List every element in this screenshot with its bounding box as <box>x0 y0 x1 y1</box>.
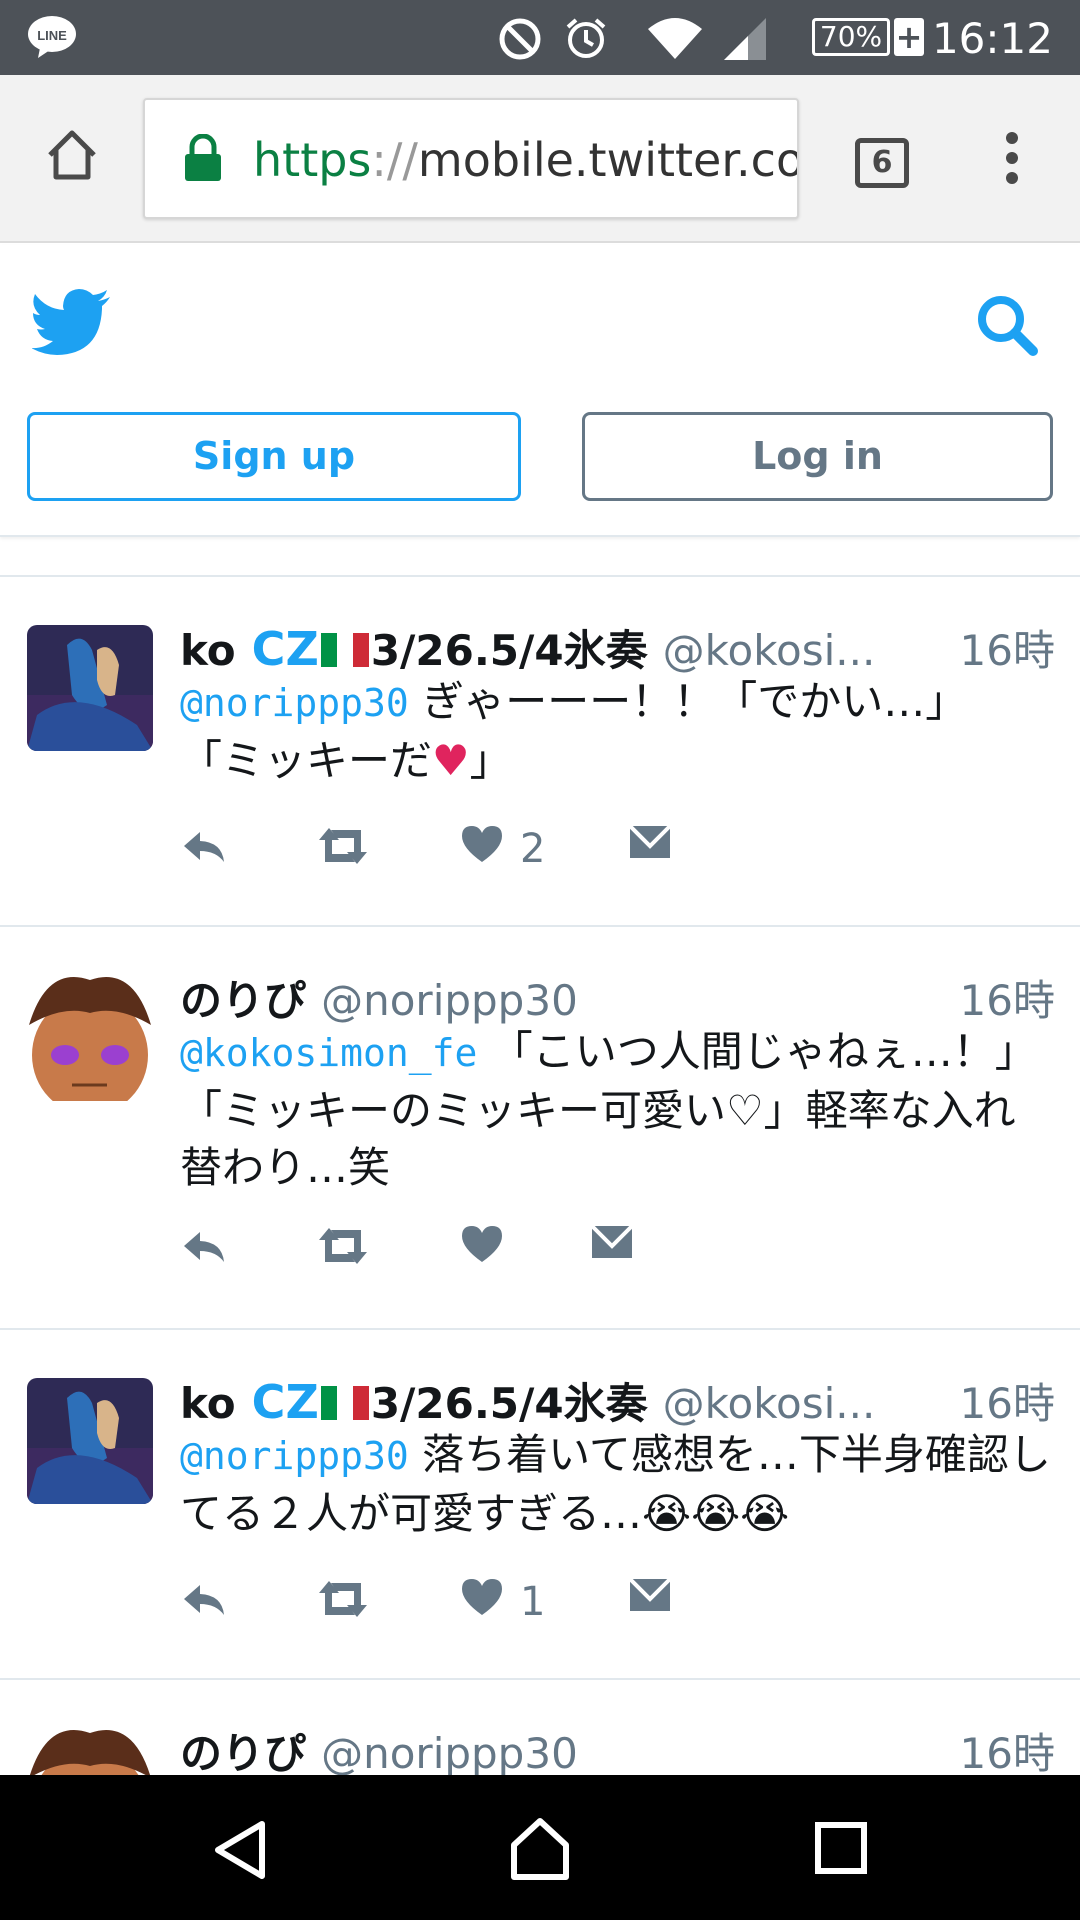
user-name-prefix: ko <box>180 626 236 675</box>
user-name-prefix: ko <box>180 1379 236 1428</box>
c-emoji-icon: C <box>235 622 286 676</box>
mention-link[interactable]: @kokosimon_fe <box>180 1031 477 1075</box>
tweet-time[interactable]: 16時 <box>960 1370 1055 1431</box>
tweet-timeline[interactable]: ko CZ 3/26.5/4氷奏 @kokosi... 16時 @norippp3… <box>0 575 1080 1775</box>
heart-emoji-icon: ♥ <box>432 736 470 785</box>
charging-icon: + <box>894 18 924 56</box>
tweet[interactable]: のりぴ @norippp30 16時 <box>0 1680 1080 1775</box>
browser-toolbar: https://mobile.twitter.com 6 <box>0 75 1080 243</box>
user-name-suffix: 3/26.5/4氷奏 <box>370 1379 648 1428</box>
tweet-header: ko CZ 3/26.5/4氷奏 @kokosi... 16時 <box>180 1370 1055 1429</box>
back-icon[interactable] <box>212 1820 268 1884</box>
c-emoji-icon: C <box>235 1375 286 1429</box>
line-app-icon: LINE <box>26 14 78 60</box>
url-scheme: https <box>253 133 372 187</box>
home-nav-icon[interactable] <box>508 1817 572 1885</box>
navigation-bar <box>0 1775 1080 1920</box>
tweet-actions <box>180 1222 780 1282</box>
wifi-icon <box>646 15 704 65</box>
retweet-icon[interactable] <box>315 1222 371 1282</box>
user-name[interactable]: ko CZ 3/26.5/4氷奏 <box>180 622 648 676</box>
italy-flag-icon <box>320 1381 369 1420</box>
status-time: 16:12 <box>931 14 1053 63</box>
tweet-text: @kokosimon_fe 「こいつ人間じゃねぇ…！」「ミッキーのミッキー可愛い… <box>180 1023 1040 1196</box>
url-separator: :// <box>371 133 418 187</box>
url-bar[interactable]: https://mobile.twitter.com <box>143 98 799 219</box>
tweet[interactable]: ko CZ 3/26.5/4氷奏 @kokosi... 16時 @norippp3… <box>0 577 1080 927</box>
tweet[interactable]: のりぴ @norippp30 16時 @kokosimon_fe 「こいつ人間じ… <box>0 927 1080 1330</box>
like-icon[interactable]: 1 <box>460 1575 545 1635</box>
tweet-actions: 2 <box>180 822 780 882</box>
home-icon[interactable] <box>44 127 100 187</box>
status-bar: LINE 70% + 16:12 <box>0 0 1080 75</box>
user-name-suffix: 3/26.5/4氷奏 <box>370 626 648 675</box>
mention-link[interactable]: @norippp30 <box>180 681 409 725</box>
italy-flag-icon <box>320 628 369 667</box>
like-count: 1 <box>520 1579 546 1625</box>
url-text: https://mobile.twitter.com <box>253 133 797 187</box>
tweet-header: のりぴ @norippp30 16時 <box>180 967 1055 1025</box>
tweet-time[interactable]: 16時 <box>960 1720 1055 1775</box>
tabs-button[interactable]: 6 <box>855 138 909 188</box>
lock-icon <box>183 133 223 186</box>
recent-apps-icon[interactable] <box>815 1822 867 1878</box>
tweet-time[interactable]: 16時 <box>960 967 1055 1028</box>
twitter-header: Sign up Log in <box>0 245 1080 537</box>
signup-button[interactable]: Sign up <box>27 412 521 501</box>
tweet-actions: 1 <box>180 1575 780 1635</box>
battery-indicator: 70% <box>812 18 890 56</box>
url-host: mobile.twitter.com <box>417 133 797 187</box>
avatar[interactable] <box>27 1378 153 1504</box>
do-not-disturb-icon <box>498 17 542 65</box>
tweet-text-line1: ぎゃーーー！！「でかい…」 <box>408 677 968 726</box>
like-icon[interactable] <box>460 1222 504 1282</box>
avatar[interactable] <box>27 1728 153 1775</box>
like-icon[interactable]: 2 <box>460 822 545 882</box>
search-icon[interactable] <box>975 293 1039 361</box>
tweet-text: @norippp30 ぎゃーーー！！「でかい…」「ミッキーだ♥」 <box>180 673 1060 789</box>
alarm-icon <box>563 15 609 65</box>
reply-icon[interactable] <box>180 822 228 882</box>
z-emoji-icon: Z <box>285 1375 319 1429</box>
tweet-header: ko CZ 3/26.5/4氷奏 @kokosi... 16時 <box>180 617 1055 676</box>
retweet-icon[interactable] <box>315 822 371 882</box>
z-emoji-icon: Z <box>285 622 319 676</box>
signal-icon <box>722 16 768 64</box>
direct-message-icon[interactable] <box>628 822 672 882</box>
direct-message-icon[interactable] <box>590 1222 634 1282</box>
user-name[interactable]: のりぴ <box>180 1729 306 1775</box>
reply-icon[interactable] <box>180 1575 228 1635</box>
tweet-text: @norippp30 落ち着いて感想を…下半身確認してる２人が可愛すぎる…😭😭😭 <box>180 1426 1060 1542</box>
more-options-icon[interactable] <box>1000 130 1024 190</box>
tweet-header: のりぴ @norippp30 16時 <box>180 1720 1055 1775</box>
tweet-text-line2: 「ミッキーだ <box>180 736 433 785</box>
user-handle[interactable]: @kokosi... <box>663 1379 876 1428</box>
user-name[interactable]: ko CZ 3/26.5/4氷奏 <box>180 1375 648 1429</box>
tweet-text-line2-end: 」 <box>469 736 512 785</box>
tweet[interactable]: ko CZ 3/26.5/4氷奏 @kokosi... 16時 @norippp3… <box>0 1330 1080 1680</box>
direct-message-icon[interactable] <box>628 1575 672 1635</box>
mention-link[interactable]: @norippp30 <box>180 1434 409 1478</box>
avatar[interactable] <box>27 975 153 1101</box>
twitter-bird-icon[interactable] <box>31 289 112 359</box>
user-handle[interactable]: @kokosi... <box>663 626 876 675</box>
avatar[interactable] <box>27 625 153 751</box>
like-count: 2 <box>520 826 546 872</box>
svg-text:LINE: LINE <box>37 28 67 43</box>
user-name[interactable]: のりぴ <box>180 976 306 1025</box>
reply-icon[interactable] <box>180 1222 228 1282</box>
retweet-icon[interactable] <box>315 1575 371 1635</box>
login-button[interactable]: Log in <box>582 412 1053 501</box>
user-handle[interactable]: @norippp30 <box>321 976 578 1025</box>
tweet-time[interactable]: 16時 <box>960 617 1055 678</box>
user-handle[interactable]: @norippp30 <box>321 1729 578 1775</box>
